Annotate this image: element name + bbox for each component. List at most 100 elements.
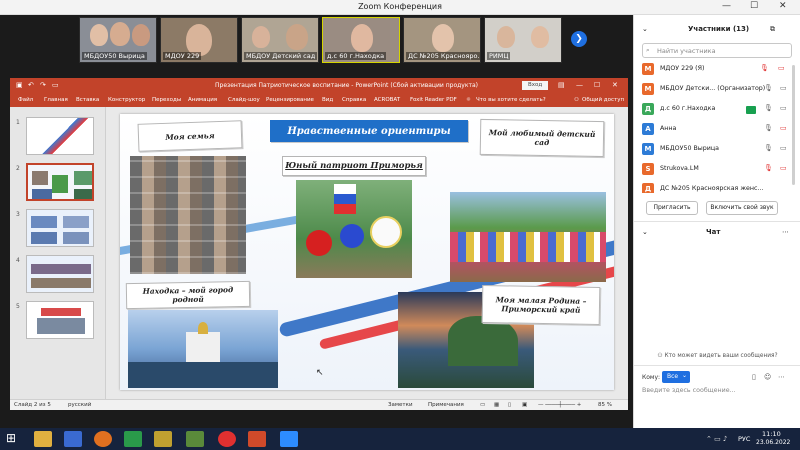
video-off-icon[interactable]: ▭ [780,164,787,172]
ribbon-options-icon[interactable]: ▤ [558,81,565,89]
tab-animation[interactable]: Анимация [188,97,217,103]
powerpoint-icon[interactable] [248,431,266,447]
tab-help[interactable]: Справка [342,97,366,103]
undo-icon[interactable]: ↶ [28,81,34,89]
tab-review[interactable]: Рецензирование [266,97,314,103]
participant-row[interactable]: М МДОУ 229 (Я) 🎙 ▭ [642,61,797,78]
unmute-button[interactable]: Включить свой звук [706,201,778,215]
slide-thumbnail-5[interactable] [26,301,94,339]
ppt-maximize-icon[interactable]: ☐ [594,81,600,89]
mic-icon[interactable]: 🎙 [764,124,773,132]
zoom-slider[interactable]: — ────┼──── + [538,402,581,408]
family-photo-collage [130,156,246,274]
video-off-icon[interactable]: ▭ [778,64,785,72]
emoji-icon[interactable]: ☺ [764,373,771,381]
tab-design[interactable]: Конструктор [108,97,145,103]
sorter-view-icon[interactable]: ▦ [494,402,499,408]
ppt-minimize-icon[interactable]: — [576,81,583,89]
participant-row[interactable]: Д ДС №205 Красноярская женс... [642,181,797,193]
tab-view[interactable]: Вид [322,97,333,103]
zoom-icon[interactable] [280,431,298,447]
firefox-icon[interactable] [94,431,112,447]
invite-button[interactable]: Пригласить [646,201,698,215]
login-button[interactable]: Вход [522,81,549,90]
share-button[interactable]: Общий доступ [582,97,624,103]
avatar: М [642,63,654,75]
file-explorer-icon[interactable] [34,431,52,447]
excel-icon[interactable] [124,431,142,447]
video-icon[interactable]: ▭ [780,104,787,112]
tab-transitions[interactable]: Переходы [152,97,181,103]
video-thumbnail[interactable]: РИМЦ [484,17,562,63]
normal-view-icon[interactable]: ▭ [480,402,485,408]
slide-thumbnail-4[interactable] [26,255,94,293]
video-icon[interactable]: ▭ [780,144,787,152]
presenter-view-icon[interactable]: ▣ [522,402,527,408]
minimize-button[interactable]: — [722,1,731,11]
file-icon[interactable]: ▯ [752,373,756,381]
participant-row[interactable]: М МБДОУ50 Вырица 🎙 ▭ [642,141,797,158]
participant-row[interactable]: М МБДОУ Детски... (Организатор) 🎙 ▭ [642,81,797,98]
video-thumbnail-active[interactable]: д.с 60 г.Находка [322,17,400,63]
redo-icon[interactable]: ↷ [40,81,46,89]
clock-time[interactable]: 11:10 [762,430,781,438]
popout-icon[interactable]: ⧉ [770,25,775,34]
chevron-down-icon[interactable]: ⌄ [642,228,648,236]
save-icon[interactable]: ▣ [16,81,23,89]
language-indicator[interactable]: РУС [738,435,750,443]
clock-date[interactable]: 23.06.2022 [756,439,790,446]
app-icon[interactable] [64,431,82,447]
participant-row[interactable]: S Strukova.LM 🎙 ▭ [642,161,797,178]
participant-search-input[interactable]: ⌕ Найти участника [642,43,792,58]
participant-row[interactable]: А Анна 🎙 ▭ [642,121,797,138]
slide-thumbnail-2-selected[interactable] [26,163,94,201]
banner-family: Моя семья [137,120,243,152]
chevron-down-icon[interactable]: ⌄ [642,25,648,33]
mic-icon[interactable]: 🎙 [764,104,773,112]
more-icon[interactable]: ⋯ [778,373,785,381]
tab-insert[interactable]: Вставка [76,97,99,103]
mic-icon[interactable]: 🎙 [764,144,773,152]
tray-icons[interactable]: ⌃ ▭ ♪ [706,435,727,443]
chat-visibility-text: Кто может видеть ваши сообщения? [664,353,778,359]
notes-button[interactable]: Заметки [388,402,413,408]
tab-foxit[interactable]: Foxit Reader PDF [410,97,457,103]
ppt-statusbar: Слайд 2 из 5 русский Заметки Примечания … [10,399,628,410]
video-thumbnail[interactable]: МБДОУ Детский сад [241,17,319,63]
tab-acrobat[interactable]: ACROBAT [374,97,400,103]
close-button[interactable]: ✕ [779,1,787,11]
video-thumbnail[interactable]: МБДОУ50 Вырица [79,17,157,63]
maximize-button[interactable]: ☐ [750,1,758,11]
app-icon[interactable] [186,431,204,447]
slide-thumbnail-3[interactable] [26,209,94,247]
slide-thumbnail-1[interactable] [26,117,94,155]
slideshow-icon[interactable]: ▭ [52,81,59,89]
avatar: Д [642,183,654,193]
tell-me-search[interactable]: Что вы хотите сделать? [476,97,546,103]
banner-young-patriot: Юный патриот Приморья [282,156,426,176]
video-thumbnail[interactable]: ДС №205 Краснояро... [403,17,481,63]
folder-icon[interactable] [154,431,172,447]
windows-start-icon[interactable]: ⊞ [6,431,16,445]
chat-message-input[interactable]: Введите здесь сообщение... [642,387,792,399]
more-icon[interactable]: ⋯ [782,228,789,236]
video-icon[interactable]: ▭ [780,84,787,92]
tab-home[interactable]: Главная [44,97,68,103]
video-thumbnail[interactable]: МДОУ 229 [160,17,238,63]
yandex-browser-icon[interactable] [218,431,236,447]
recipient-select[interactable]: Все ⌄ [662,371,690,383]
mic-muted-icon[interactable]: 🎙 [764,164,773,172]
slide-canvas[interactable]: Нравственные ориентиры Моя семья Юный па… [120,114,614,390]
reading-view-icon[interactable]: ▯ [508,402,511,408]
participant-row[interactable]: Д д.с 60 г.Находка 🎙 ▭ [642,101,797,118]
ppt-close-icon[interactable]: ✕ [612,81,618,89]
chat-visibility-link[interactable]: ⚇ Кто может видеть ваши сообщения? [634,353,800,359]
video-off-icon[interactable]: ▭ [780,124,787,132]
comments-button[interactable]: Примечания [428,402,464,408]
tab-slideshow[interactable]: Слайд-шоу [228,97,260,103]
participants-scrollbar[interactable] [792,65,795,185]
mic-muted-icon[interactable]: 🎙 [760,64,769,72]
tab-file[interactable]: Файл [18,97,33,103]
mic-icon[interactable]: 🎙 [764,84,773,92]
chevron-right-icon[interactable]: ❯ [571,31,587,47]
